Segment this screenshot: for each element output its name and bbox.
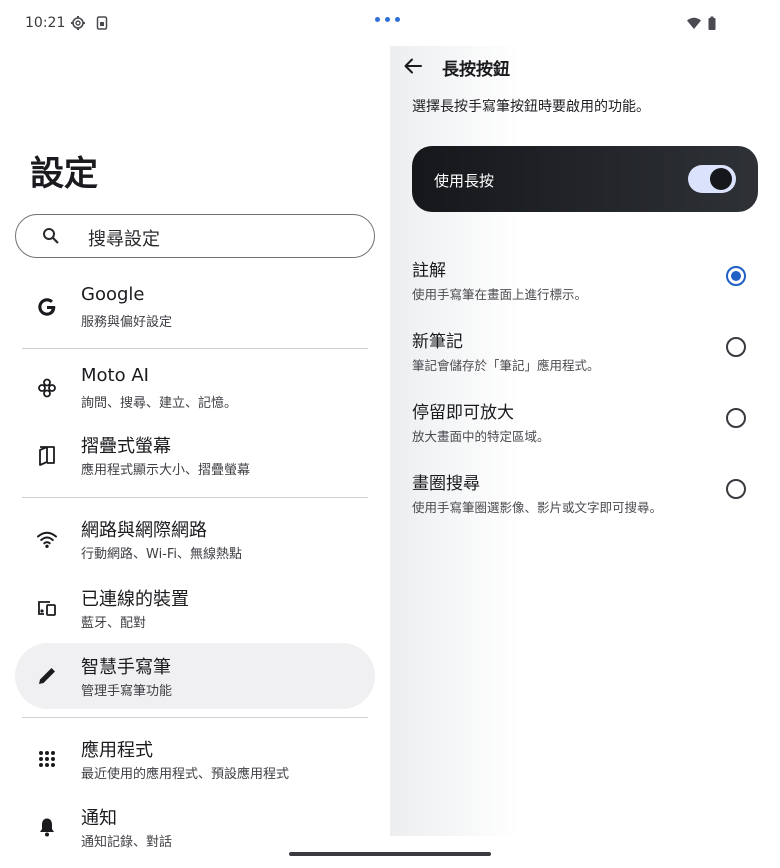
item-subtitle: 行動網路、Wi‑Fi、無線熱點: [81, 547, 243, 562]
item-subtitle: 通知記錄、對話: [81, 835, 173, 850]
option-title: 畫圈搜尋: [412, 474, 480, 494]
back-arrow-icon[interactable]: [402, 55, 424, 77]
option-circle-to-search[interactable]: 畫圈搜尋 使用手寫筆圈選影像、影片或文字即可搜尋。: [412, 469, 758, 529]
bell-icon: [40, 818, 54, 837]
divider: [22, 348, 368, 349]
divider: [22, 497, 368, 498]
settings-item-google[interactable]: Google 服務與偏好設定: [15, 274, 375, 340]
search-icon: [43, 228, 59, 244]
use-long-press-card[interactable]: 使用長按: [412, 146, 758, 212]
settings-item-smart-stylus[interactable]: 智慧手寫筆 管理手寫筆功能: [15, 643, 375, 709]
search-placeholder: 搜尋設定: [88, 229, 160, 250]
use-long-press-toggle[interactable]: [688, 165, 736, 193]
item-title: 智慧手寫筆: [81, 657, 171, 678]
settings-item-apps[interactable]: 應用程式 最近使用的應用程式、預設應用程式: [15, 726, 375, 792]
item-title: Google: [81, 284, 145, 305]
item-title: 摺疊式螢幕: [81, 436, 171, 457]
sim-icon: [96, 16, 108, 30]
item-subtitle: 管理手寫筆功能: [81, 684, 173, 699]
toggle-label: 使用長按: [434, 172, 495, 190]
settings-item-network[interactable]: 網路與網際網路 行動網路、Wi‑Fi、無線熱點: [15, 506, 375, 572]
foldable-screen-icon: [39, 446, 55, 466]
detail-title: 長按按鈕: [442, 60, 510, 80]
option-hover-magnify[interactable]: 停留即可放大 放大畫面中的特定區域。: [412, 398, 758, 458]
settings-item-connected-devices[interactable]: 已連線的裝置 藍牙、配對: [15, 575, 375, 641]
settings-pane: 設定 搜尋設定 Google 服務與偏好設定 Moto AI 詢問、搜尋、建立、…: [0, 46, 390, 868]
radio-unselected[interactable]: [726, 337, 746, 357]
option-title: 停留即可放大: [412, 403, 514, 423]
radio-unselected[interactable]: [726, 479, 746, 499]
item-subtitle: 服務與偏好設定: [81, 315, 173, 330]
option-annotate[interactable]: 註解 使用手寫筆在畫面上進行標示。: [412, 256, 758, 316]
settings-item-moto-ai[interactable]: Moto AI 詢問、搜尋、建立、記憶。: [15, 355, 375, 421]
option-subtitle: 筆記會儲存於「筆記」應用程式。: [412, 358, 600, 373]
moto-ai-icon: [38, 378, 56, 398]
option-title: 註解: [412, 261, 446, 281]
divider: [22, 717, 368, 718]
item-title: 已連線的裝置: [81, 589, 189, 610]
connected-devices-icon: [38, 601, 56, 616]
detail-pane: 長按按鈕 選擇長按手寫筆按鈕時要啟用的功能。 使用長按 註解 使用手寫筆在畫面上…: [390, 46, 780, 868]
toggle-knob: [710, 168, 732, 190]
google-g-icon: [38, 298, 56, 316]
gesture-nav-handle[interactable]: [289, 852, 491, 856]
status-time: 10:21: [25, 15, 66, 31]
wifi-icon: [37, 531, 57, 548]
item-subtitle: 最近使用的應用程式、預設應用程式: [81, 767, 290, 782]
status-bar: 10:21: [0, 0, 780, 46]
item-subtitle: 應用程式顯示大小、摺疊螢幕: [81, 463, 251, 478]
settings-item-notifications[interactable]: 通知 通知記錄、對話: [15, 794, 375, 860]
apps-grid-icon: [39, 751, 55, 767]
item-title: Moto AI: [81, 365, 149, 386]
pen-icon: [39, 668, 55, 684]
option-title: 新筆記: [412, 332, 463, 352]
item-title: 應用程式: [81, 740, 153, 761]
multiwindow-handle[interactable]: [375, 17, 400, 22]
radio-unselected[interactable]: [726, 408, 746, 428]
radio-selected[interactable]: [726, 266, 746, 286]
option-subtitle: 使用手寫筆在畫面上進行標示。: [412, 287, 588, 302]
item-subtitle: 藍牙、配對: [81, 616, 147, 631]
detail-description: 選擇長按手寫筆按鈕時要啟用的功能。: [412, 99, 650, 115]
settings-item-foldable-screen[interactable]: 摺疊式螢幕 應用程式顯示大小、摺疊螢幕: [15, 422, 375, 488]
option-subtitle: 放大畫面中的特定區域。: [412, 429, 550, 444]
item-title: 通知: [81, 808, 117, 829]
search-input[interactable]: 搜尋設定: [15, 214, 375, 258]
wifi-icon: [687, 17, 701, 29]
item-title: 網路與網際網路: [81, 520, 207, 541]
option-new-note[interactable]: 新筆記 筆記會儲存於「筆記」應用程式。: [412, 327, 758, 387]
gear-icon: [71, 16, 85, 30]
option-subtitle: 使用手寫筆圈選影像、影片或文字即可搜尋。: [412, 500, 663, 515]
item-subtitle: 詢問、搜尋、建立、記憶。: [81, 396, 238, 411]
battery-icon: [708, 16, 716, 30]
page-title: 設定: [30, 154, 98, 194]
